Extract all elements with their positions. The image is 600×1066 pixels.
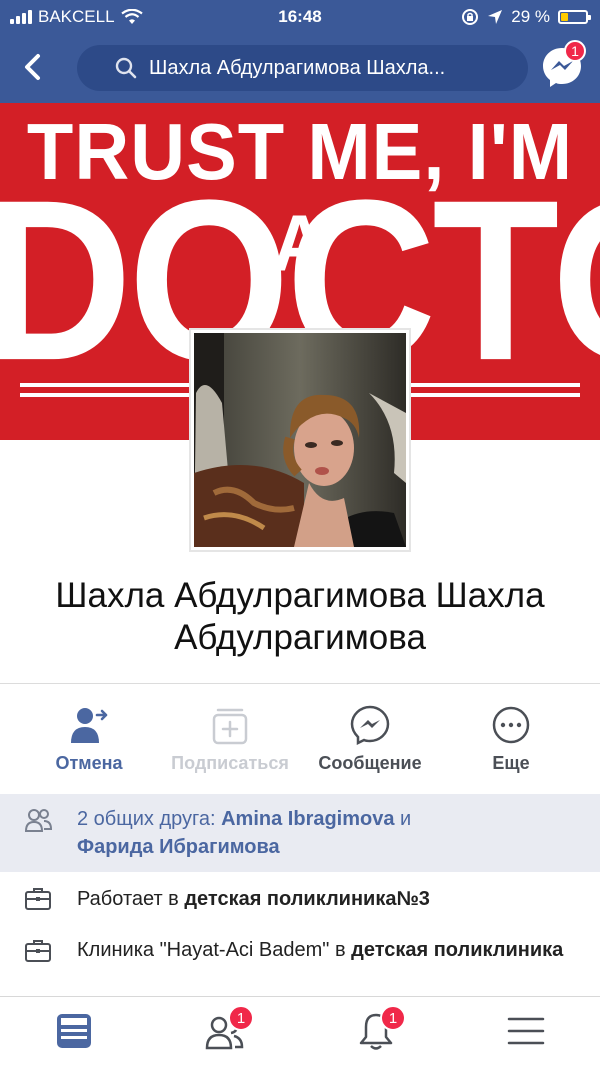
clinic-place[interactable]: детская поликлиника — [351, 939, 563, 961]
profile-photo-image — [194, 333, 406, 547]
nav-bar: Шахла Абдулрагимова Шахла... 1 — [0, 40, 600, 96]
action-label: Сообщение — [318, 753, 422, 773]
profile-photo[interactable] — [189, 328, 411, 552]
mutual-prefix: 2 общих друга: — [77, 808, 222, 830]
search-field[interactable]: Шахла Абдулрагимова Шахла... — [77, 45, 528, 91]
battery-fill — [561, 13, 568, 21]
mutual-friend-link[interactable]: Amina Ibragimova — [221, 808, 394, 830]
work-info: Работает в детская поликлиника№3 — [77, 885, 577, 913]
cancel-request-button[interactable]: Отмена — [14, 700, 164, 774]
divider — [0, 683, 600, 684]
clinic-info: Клиника "Hayat-Aci Badem" в детская поли… — [77, 936, 577, 964]
profile-name: Шахла Абдулрагимова Шахла Абдулрагимова — [55, 576, 545, 657]
action-label: Подписаться — [171, 753, 289, 773]
work-prefix: Работает в — [77, 888, 185, 910]
notifications-badge: 1 — [380, 1005, 406, 1031]
action-label: Еще — [492, 753, 530, 773]
mutual-friends-text: 2 общих друга: Amina Ibragimova и Фарида… — [77, 805, 577, 861]
more-button[interactable]: Еще — [436, 700, 586, 774]
header-bar: BAKCELL 16:48 29 % Шахла Абдулрагимова Ш… — [0, 0, 600, 103]
message-button[interactable]: Сообщение — [295, 700, 445, 774]
messenger-button[interactable]: 1 — [540, 40, 586, 88]
briefcase-icon — [25, 940, 51, 962]
rotation-lock-icon — [462, 9, 479, 25]
friends-icon — [24, 809, 52, 832]
action-label: Отмена — [55, 753, 123, 773]
work-place[interactable]: детская поликлиника№3 — [184, 888, 430, 910]
profile-actions: Отмена Подписаться Сообщение Еще — [0, 700, 600, 780]
status-bar: BAKCELL 16:48 29 % — [0, 0, 600, 34]
search-icon — [115, 57, 137, 79]
mutual-and: и — [394, 808, 412, 830]
search-query: Шахла Абдулрагимова Шахла... — [149, 56, 446, 79]
battery-percent: 29 % — [511, 7, 550, 26]
menu-icon[interactable] — [506, 1011, 546, 1051]
subscribe-icon — [212, 708, 248, 745]
mutual-friend-link[interactable]: Фарида Ибрагимова — [77, 836, 280, 858]
location-icon — [488, 10, 503, 24]
news-feed-icon[interactable] — [54, 1011, 94, 1051]
friend-request-sent-icon — [71, 708, 108, 743]
notifications-tab[interactable]: 1 — [356, 1005, 406, 1051]
tab-bar: 1 1 — [0, 996, 600, 1066]
subscribe-button[interactable]: Подписаться — [155, 700, 305, 774]
messenger-icon — [350, 705, 390, 745]
friends-badge: 1 — [228, 1005, 254, 1031]
more-icon — [492, 706, 530, 744]
clinic-prefix: Клиника "Hayat-Aci Badem" в — [77, 939, 352, 961]
back-chevron-icon[interactable] — [18, 52, 48, 82]
friends-tab[interactable]: 1 — [204, 1005, 254, 1051]
messenger-badge: 1 — [564, 40, 586, 62]
battery-icon — [558, 10, 591, 24]
briefcase-icon — [25, 888, 51, 910]
mutual-friends-row[interactable]: 2 общих друга: Amina Ibragimova и Фарида… — [0, 794, 600, 872]
